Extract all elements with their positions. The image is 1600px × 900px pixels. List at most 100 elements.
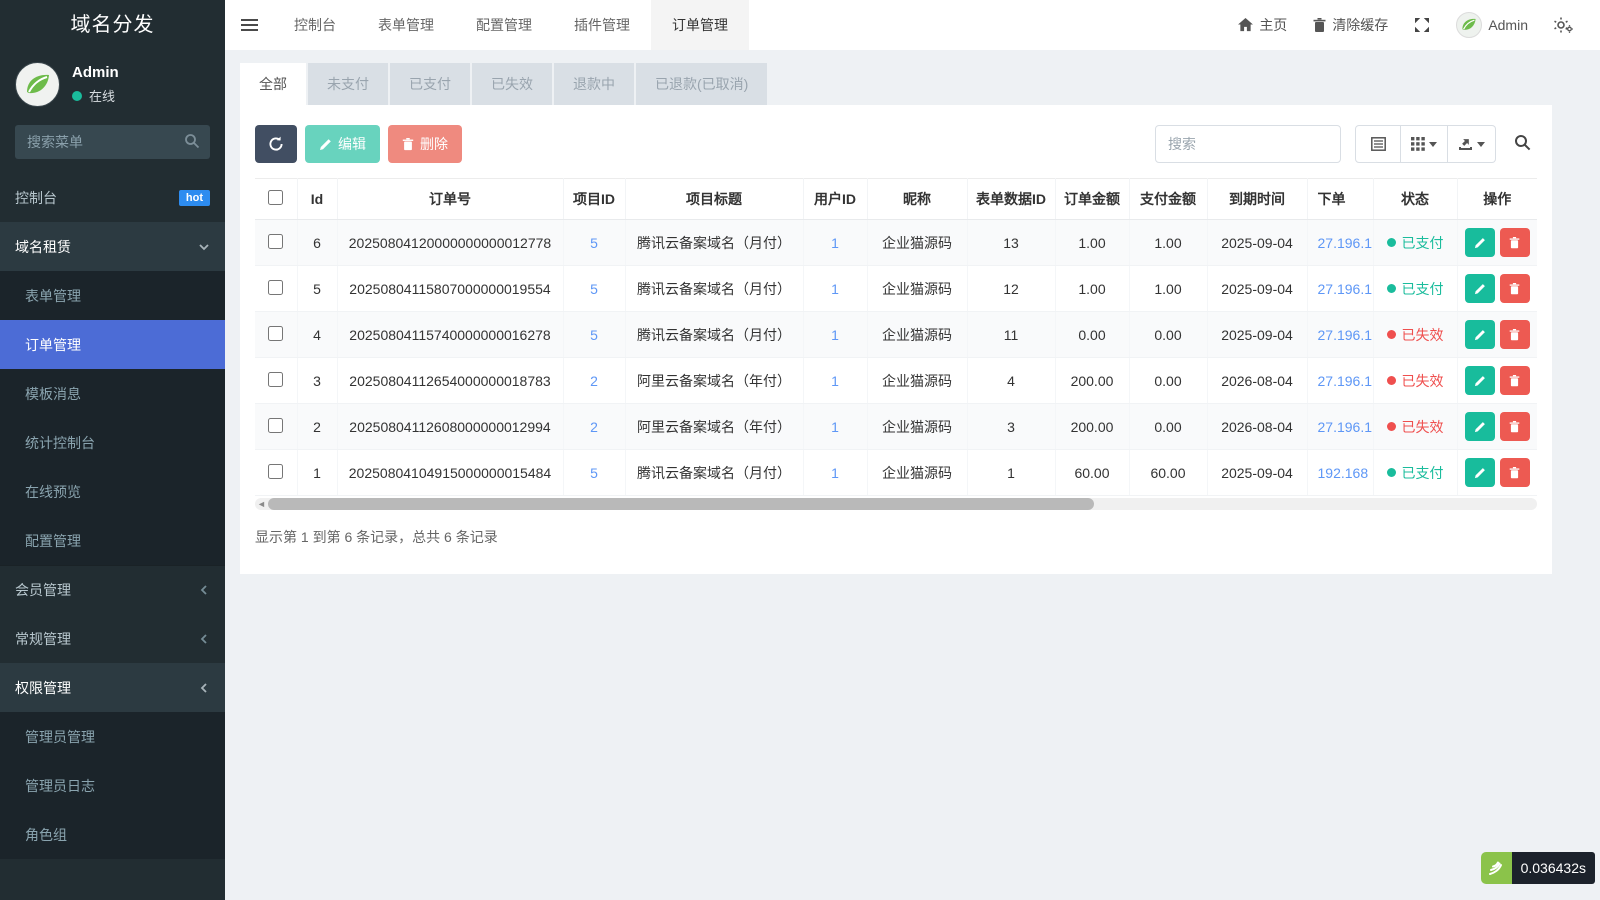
user-menu[interactable]: Admin <box>1443 0 1541 50</box>
filter-tab-unpaid[interactable]: 未支付 <box>308 63 388 105</box>
user-id-link[interactable]: 1 <box>831 465 839 481</box>
ip-link[interactable]: 27.196.1 <box>1318 373 1373 389</box>
menu-search-input[interactable] <box>15 125 210 159</box>
settings-button[interactable] <box>1541 0 1586 50</box>
delete-button[interactable]: 删除 <box>388 125 462 163</box>
tab-order-mgmt[interactable]: 订单管理 <box>651 0 749 50</box>
row-edit-button[interactable] <box>1465 366 1495 395</box>
cell-pay-amount: 1.00 <box>1129 220 1207 266</box>
table-row[interactable]: 6 20250804120000000000012778 5 腾讯云备案域名（月… <box>255 220 1537 266</box>
cell-expire: 2025-09-04 <box>1207 450 1307 496</box>
sidebar-item-role-group[interactable]: 角色组 <box>0 810 225 859</box>
sidebar-item-domain-lease[interactable]: 域名租赁 <box>0 222 225 271</box>
table-row[interactable]: 5 20250804115807000000019554 5 腾讯云备案域名（月… <box>255 266 1537 312</box>
cell-id: 4 <box>297 312 337 358</box>
sidebar-item-general-mgmt[interactable]: 常规管理 <box>0 614 225 663</box>
row-checkbox[interactable] <box>268 280 283 295</box>
filter-tab-refunding[interactable]: 退款中 <box>554 63 634 105</box>
user-id-link[interactable]: 1 <box>831 235 839 251</box>
home-button[interactable]: 主页 <box>1225 0 1300 50</box>
row-delete-button[interactable] <box>1500 274 1530 303</box>
horizontal-scrollbar[interactable]: ◄ <box>255 498 1537 510</box>
row-edit-button[interactable] <box>1465 458 1495 487</box>
filter-tab-refunded[interactable]: 已退款(已取消) <box>636 63 767 105</box>
ip-link[interactable]: 27.196.1 <box>1318 281 1373 297</box>
sidebar-item-form-mgmt[interactable]: 表单管理 <box>0 271 225 320</box>
hamburger-icon[interactable] <box>225 0 273 50</box>
sidebar-item-online-preview[interactable]: 在线预览 <box>0 467 225 516</box>
clear-cache-button[interactable]: 清除缓存 <box>1300 0 1401 50</box>
card-view-button[interactable] <box>1355 125 1401 163</box>
select-all-checkbox[interactable] <box>268 190 283 205</box>
col-order-no: 订单号 <box>337 179 563 220</box>
sidebar-item-admin-log[interactable]: 管理员日志 <box>0 761 225 810</box>
row-delete-button[interactable] <box>1500 412 1530 441</box>
search-submit-button[interactable] <box>1508 128 1537 160</box>
cell-title: 腾讯云备案域名（月付） <box>625 450 803 496</box>
ip-link[interactable]: 27.196.1 <box>1318 419 1373 435</box>
row-checkbox[interactable] <box>268 372 283 387</box>
card-view-icon <box>1371 137 1386 151</box>
project-id-link[interactable]: 2 <box>590 419 598 435</box>
sidebar-item-stats-console[interactable]: 统计控制台 <box>0 418 225 467</box>
row-edit-button[interactable] <box>1465 320 1495 349</box>
refresh-button[interactable] <box>255 125 297 163</box>
row-checkbox[interactable] <box>268 464 283 479</box>
select-all-header <box>255 179 297 220</box>
export-button[interactable] <box>1448 125 1496 163</box>
sidebar-item-console[interactable]: 控制台 hot <box>0 173 225 222</box>
row-checkbox[interactable] <box>268 234 283 249</box>
ip-link[interactable]: 192.168 <box>1318 465 1369 481</box>
tab-form-mgmt[interactable]: 表单管理 <box>357 0 455 50</box>
sidebar: 域名分发 Admin 在线 控制台 hot 域名租赁 <box>0 0 225 900</box>
user-id-link[interactable]: 1 <box>831 373 839 389</box>
tab-config-mgmt[interactable]: 配置管理 <box>455 0 553 50</box>
ip-link[interactable]: 27.196.1 <box>1318 327 1373 343</box>
row-edit-button[interactable] <box>1465 274 1495 303</box>
row-delete-button[interactable] <box>1500 228 1530 257</box>
row-delete-button[interactable] <box>1500 458 1530 487</box>
table-search-input[interactable] <box>1155 125 1341 163</box>
filter-tab-all[interactable]: 全部 <box>240 63 306 105</box>
tab-plugin-mgmt[interactable]: 插件管理 <box>553 0 651 50</box>
row-edit-button[interactable] <box>1465 228 1495 257</box>
project-id-link[interactable]: 5 <box>590 235 598 251</box>
chevron-down-icon <box>198 241 210 253</box>
user-id-link[interactable]: 1 <box>831 281 839 297</box>
ip-link[interactable]: 27.196.1 <box>1318 235 1373 251</box>
row-checkbox[interactable] <box>268 418 283 433</box>
user-id-link[interactable]: 1 <box>831 327 839 343</box>
trash-icon <box>402 138 414 151</box>
row-delete-button[interactable] <box>1500 366 1530 395</box>
sidebar-item-admin-mgmt[interactable]: 管理员管理 <box>0 712 225 761</box>
refresh-icon <box>268 136 284 152</box>
table-row[interactable]: 3 20250804112654000000018783 2 阿里云备案域名（年… <box>255 358 1537 404</box>
cell-pay-amount: 0.00 <box>1129 358 1207 404</box>
scrollbar-thumb[interactable] <box>268 498 1094 510</box>
project-id-link[interactable]: 5 <box>590 327 598 343</box>
row-delete-button[interactable] <box>1500 320 1530 349</box>
sidebar-item-member-mgmt[interactable]: 会员管理 <box>0 565 225 614</box>
sidebar-item-order-mgmt[interactable]: 订单管理 <box>0 320 225 369</box>
project-id-link[interactable]: 5 <box>590 465 598 481</box>
table-row[interactable]: 4 20250804115740000000016278 5 腾讯云备案域名（月… <box>255 312 1537 358</box>
cell-id: 3 <box>297 358 337 404</box>
sidebar-item-template-msg[interactable]: 模板消息 <box>0 369 225 418</box>
edit-button[interactable]: 编辑 <box>305 125 380 163</box>
tab-console[interactable]: 控制台 <box>273 0 357 50</box>
project-id-link[interactable]: 5 <box>590 281 598 297</box>
col-user-id: 用户ID <box>803 179 867 220</box>
sidebar-item-config-mgmt[interactable]: 配置管理 <box>0 516 225 565</box>
table-row[interactable]: 1 20250804104915000000015484 5 腾讯云备案域名（月… <box>255 450 1537 496</box>
fullscreen-button[interactable] <box>1401 0 1443 50</box>
row-checkbox[interactable] <box>268 326 283 341</box>
filter-tab-expired[interactable]: 已失效 <box>472 63 552 105</box>
sidebar-item-auth-mgmt[interactable]: 权限管理 <box>0 663 225 712</box>
row-edit-button[interactable] <box>1465 412 1495 441</box>
scroll-left-arrow-icon[interactable]: ◄ <box>257 499 266 509</box>
columns-button[interactable] <box>1401 125 1448 163</box>
user-id-link[interactable]: 1 <box>831 419 839 435</box>
project-id-link[interactable]: 2 <box>590 373 598 389</box>
filter-tab-paid[interactable]: 已支付 <box>390 63 470 105</box>
table-row[interactable]: 2 20250804112608000000012994 2 阿里云备案域名（年… <box>255 404 1537 450</box>
